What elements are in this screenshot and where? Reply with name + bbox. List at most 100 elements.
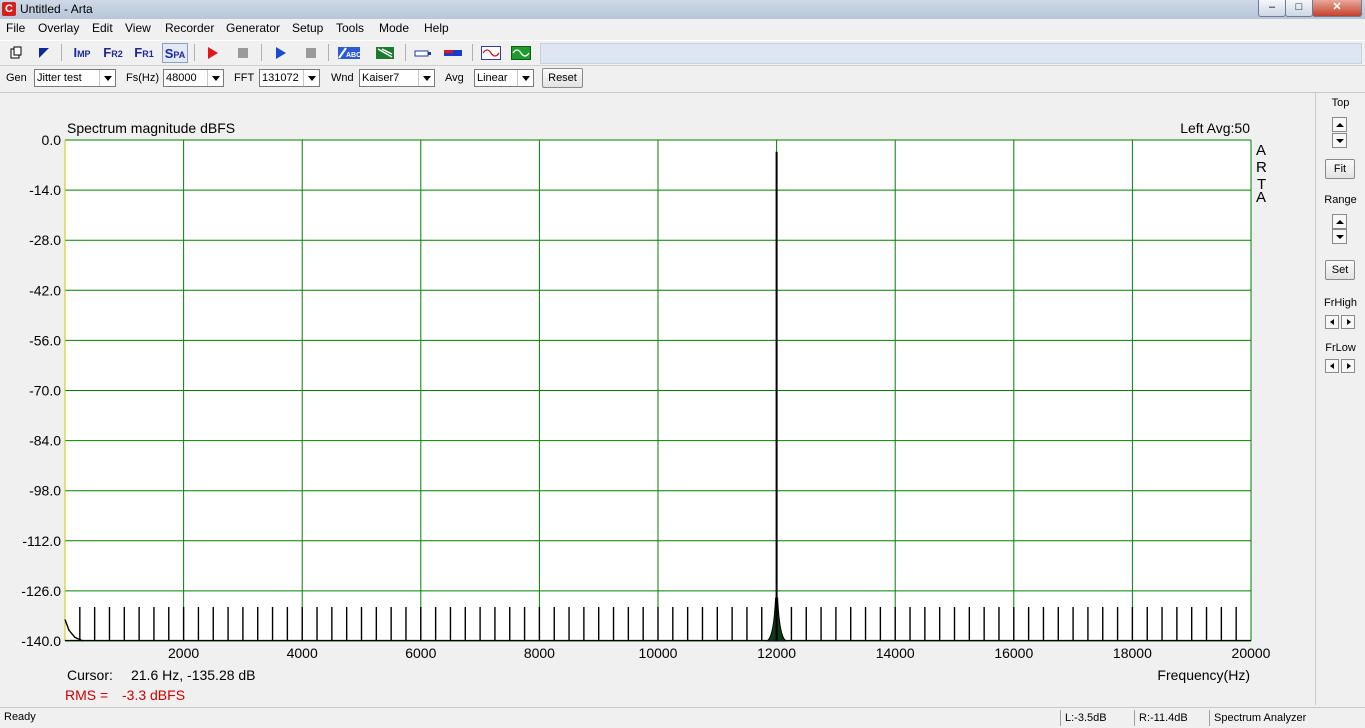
avg-select[interactable]: Linear: [474, 69, 534, 87]
toolbar-separator: [472, 44, 473, 61]
abc-icon[interactable]: ABC: [336, 43, 362, 63]
green-wave-icon[interactable]: [509, 43, 533, 63]
spectrum-chart[interactable]: 0.0 -14.0 -28.0 -42.0 -56.0 -70.0 -84.0 -98.0 -1…: [0, 93, 1315, 705]
fft-select[interactable]: 131072: [259, 69, 320, 87]
chevron-down-icon: [303, 70, 319, 86]
gen-label: Gen: [6, 72, 27, 84]
channel-info: Left Avg:50: [1180, 120, 1250, 136]
colors-icon[interactable]: [442, 43, 464, 63]
menu-view[interactable]: View: [125, 21, 151, 35]
frhigh-label: FrHigh: [1323, 297, 1357, 309]
menu-setup[interactable]: Setup: [292, 21, 323, 35]
frlow-right-spinner[interactable]: [1341, 359, 1355, 373]
right-level: R:-11.4dB: [1134, 710, 1207, 726]
main-toolbar: IMP FR2 FR1 SPA ABC: [0, 40, 1365, 66]
stop-icon[interactable]: [232, 43, 254, 63]
record-icon[interactable]: [201, 43, 223, 63]
top-down-spinner[interactable]: [1332, 133, 1347, 148]
spectrum-plot-panel: 0.0 -14.0 -28.0 -42.0 -56.0 -70.0 -84.0 -98.0 -1…: [0, 93, 1316, 705]
new-icon[interactable]: [5, 43, 27, 63]
status-bar: Ready L:-3.5dB R:-11.4dB Spectrum Analyz…: [0, 707, 1365, 728]
arta-watermark-r: R: [1256, 159, 1267, 176]
x-tick-label: 8000: [524, 645, 555, 661]
frhigh-right-spinner[interactable]: [1341, 315, 1355, 329]
sine-icon[interactable]: [479, 43, 503, 63]
menu-tools[interactable]: Tools: [336, 21, 364, 35]
set-button[interactable]: Set: [1325, 260, 1355, 280]
window-title: Untitled - Arta: [20, 2, 93, 16]
stop2-icon[interactable]: [300, 43, 322, 63]
top-up-spinner[interactable]: [1332, 117, 1347, 132]
range-down-spinner[interactable]: [1332, 229, 1347, 244]
x-tick-label: 20000: [1232, 645, 1271, 661]
cursor-label: Cursor:: [67, 667, 113, 683]
x-tick-label: 16000: [994, 645, 1033, 661]
scope-icon[interactable]: [412, 43, 434, 63]
menu-file[interactable]: File: [6, 21, 25, 35]
fr2-mode-icon[interactable]: FR2: [101, 43, 125, 63]
x-tick-label: 2000: [168, 645, 199, 661]
status-text: Ready: [4, 711, 36, 723]
menu-generator[interactable]: Generator: [226, 21, 280, 35]
top-label: Top: [1331, 97, 1350, 109]
frlow-left-spinner[interactable]: [1325, 359, 1339, 373]
left-level: L:-3.5dB: [1060, 710, 1131, 726]
rms-readout: -3.3 dBFS: [122, 687, 185, 703]
avg-label: Avg: [445, 72, 464, 84]
menu-edit[interactable]: Edit: [92, 21, 113, 35]
x-tick-label: 10000: [639, 645, 678, 661]
settings-toolbar: Gen Jitter test Fs(Hz) 48000 FFT 131072 …: [0, 66, 1365, 93]
fit-button[interactable]: Fit: [1325, 159, 1355, 179]
toolbar-separator: [328, 44, 329, 61]
chart-title: Spectrum magnitude dBFS: [67, 120, 235, 136]
cursor-readout: 21.6 Hz, -135.28 dB: [131, 667, 256, 683]
y-tick-label: -140.0: [21, 633, 61, 649]
menu-overlay[interactable]: Overlay: [38, 21, 79, 35]
wnd-select[interactable]: Kaiser7: [359, 69, 435, 87]
arta-watermark-a2: A: [1256, 189, 1266, 206]
x-tick-label: 4000: [287, 645, 318, 661]
frlow-label: FrLow: [1325, 342, 1356, 354]
fr1-mode-icon[interactable]: FR1: [132, 43, 156, 63]
right-control-panel: Top Fit Range Set FrHigh FrLow: [1316, 93, 1365, 705]
x-tick-label: 6000: [405, 645, 436, 661]
menu-bar: File Overlay Edit View Recorder Generato…: [0, 19, 1365, 39]
play-icon[interactable]: [269, 43, 291, 63]
range-label: Range: [1324, 194, 1357, 206]
toolbar-separator: [194, 44, 195, 61]
impulse-mode-icon[interactable]: IMP: [70, 43, 94, 63]
fs-select[interactable]: 48000: [163, 69, 224, 87]
x-axis-label: Frequency(Hz): [1157, 667, 1250, 683]
mode-indicator: Spectrum Analyzer: [1209, 710, 1364, 726]
arta-app-icon: C: [2, 2, 16, 16]
chevron-down-icon: [418, 70, 434, 86]
rms-label: RMS =: [65, 687, 108, 703]
x-tick-label: 14000: [876, 645, 915, 661]
wnd-label: Wnd: [331, 72, 354, 84]
minimize-button[interactable]: –: [1258, 0, 1286, 17]
toolbar-strip: [540, 43, 1362, 64]
fft-label: FFT: [234, 72, 255, 84]
chevron-down-icon: [517, 70, 533, 86]
y-tick-label: 0.0: [42, 132, 62, 148]
fs-label: Fs(Hz): [126, 72, 159, 84]
open-icon[interactable]: [33, 43, 55, 63]
menu-mode[interactable]: Mode: [379, 21, 409, 35]
chevron-down-icon: [207, 70, 223, 86]
y-tick-label: -14.0: [29, 182, 61, 198]
title-bar: C Untitled - Arta – □ ✕: [0, 0, 1365, 20]
y-tick-labels: 0.0 -14.0 -28.0 -42.0 -56.0 -70.0 -84.0 -98.0 -1…: [21, 132, 61, 649]
close-button[interactable]: ✕: [1312, 0, 1362, 17]
frhigh-left-spinner[interactable]: [1325, 315, 1339, 329]
x-tick-label: 12000: [757, 645, 796, 661]
menu-help[interactable]: Help: [424, 21, 449, 35]
reset-button[interactable]: Reset: [542, 68, 583, 88]
toolbar-separator: [405, 44, 406, 61]
menu-recorder[interactable]: Recorder: [165, 21, 214, 35]
y-tick-label: -98.0: [29, 483, 61, 499]
spa-mode-icon[interactable]: SPA: [162, 43, 188, 63]
gen-select[interactable]: Jitter test: [34, 69, 116, 87]
maximize-button[interactable]: □: [1285, 0, 1313, 17]
calibrate-icon[interactable]: [374, 43, 396, 63]
range-up-spinner[interactable]: [1332, 214, 1347, 229]
